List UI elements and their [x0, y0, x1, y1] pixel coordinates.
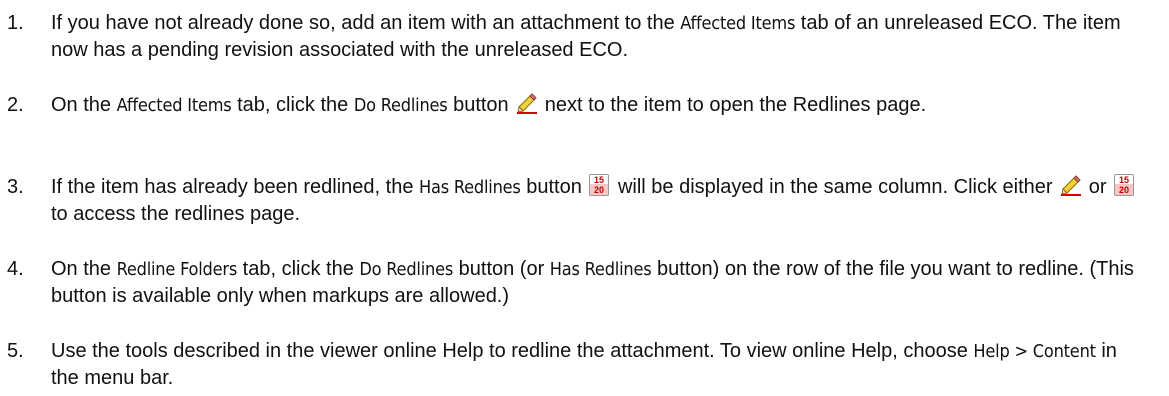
- step-number: 3.: [7, 176, 24, 198]
- step-text-segment: will be displayed in the same column. Cl…: [612, 176, 1059, 198]
- svg-text:20: 20: [1119, 185, 1129, 195]
- step-text-segment: On the: [51, 94, 117, 116]
- step-number: 4.: [7, 258, 24, 280]
- ui-term: Has Redlines: [549, 259, 652, 280]
- step-text-segment: tab, click the: [237, 258, 360, 280]
- step-text-segment: button: [520, 176, 588, 198]
- step-text: If the item has already been redlined, t…: [51, 174, 1146, 228]
- ui-term: Redline Folders: [116, 259, 238, 280]
- pencil-icon[interactable]: [516, 92, 538, 114]
- step-text: On the Redline Folders tab, click the Do…: [51, 256, 1146, 310]
- calendar-icon[interactable]: 15 20: [1114, 174, 1134, 196]
- svg-text:15: 15: [594, 175, 604, 185]
- step-number: 5.: [7, 340, 24, 362]
- step-text-segment: button: [447, 94, 515, 116]
- step-text-segment: next to the item to open the Redlines pa…: [539, 94, 927, 116]
- step-text-segment: If the item has already been redlined, t…: [51, 176, 420, 198]
- step-text-segment: On the: [51, 258, 117, 280]
- step-number: 1.: [7, 12, 24, 34]
- ui-term: Affected Items: [116, 95, 232, 116]
- step-number: 2.: [7, 94, 24, 116]
- svg-text:20: 20: [594, 185, 604, 195]
- ui-term: Affected Items: [680, 13, 796, 34]
- calendar-icon[interactable]: 15 20: [589, 174, 609, 196]
- svg-text:15: 15: [1119, 175, 1129, 185]
- ui-term: Has Redlines: [419, 177, 521, 198]
- instruction-steps: 1. If you have not already done so, add a…: [0, 0, 1169, 396]
- ui-term: Do Redlines: [353, 95, 448, 116]
- step-text-segment: tab, click the: [231, 94, 354, 116]
- ui-term: Help > Content: [973, 341, 1096, 362]
- step-text-segment: to access the redlines page.: [51, 203, 301, 225]
- step-text: On the Affected Items tab, click the Do …: [51, 92, 1146, 119]
- ui-term: Do Redlines: [359, 259, 454, 280]
- step-text-segment: or: [1083, 176, 1113, 198]
- step-text: If you have not already done so, add an …: [51, 10, 1146, 64]
- pencil-icon[interactable]: [1060, 174, 1082, 196]
- step-text: Use the tools described in the viewer on…: [51, 338, 1146, 392]
- step-text-segment: button (or: [453, 258, 550, 280]
- step-text-segment: If you have not already done so, add an …: [51, 12, 681, 34]
- step-text-segment: Use the tools described in the viewer on…: [51, 340, 974, 362]
